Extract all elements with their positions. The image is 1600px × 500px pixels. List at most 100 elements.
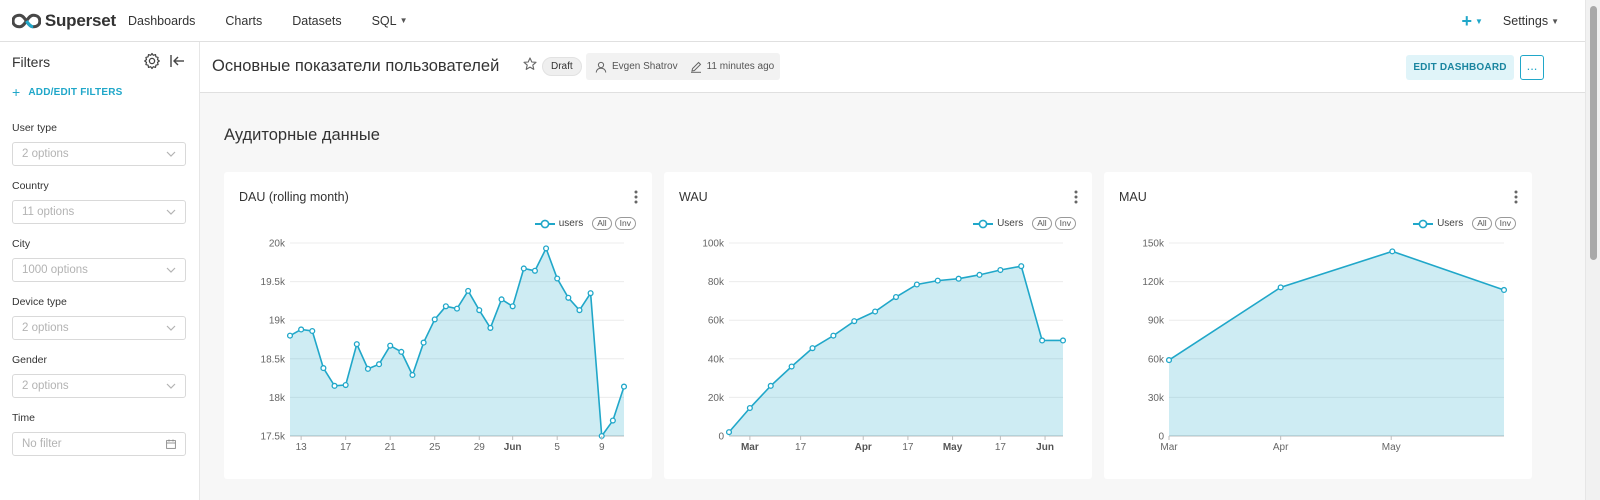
chart-card-dau: 17.5k 18k 18.5k 19k 19.5k 20k 13 17 21 25 29 Jun 5 9 … [224, 172, 652, 479]
x-tick-label: 13 [296, 442, 308, 453]
data-point [725, 429, 733, 436]
calendar-icon [166, 439, 176, 449]
data-point [1039, 337, 1046, 344]
legend-series-name[interactable]: users [559, 218, 583, 229]
data-point [934, 277, 941, 284]
legend-line-marker-icon[interactable] [1413, 219, 1434, 229]
filter-select-time[interactable]: No filter [12, 432, 186, 456]
section-title: Аудиторные данные [224, 126, 380, 144]
nav-charts[interactable]: Charts [225, 14, 262, 28]
data-point [1018, 263, 1025, 270]
data-point [788, 363, 795, 370]
x-tick-label: Jun [1036, 442, 1054, 453]
data-point [409, 371, 416, 379]
kebab-menu-icon[interactable] [1074, 190, 1078, 209]
chart-card-wau: 0 20k 40k 60k 80k 100k Mar 17 Apr 17 May 17 Jun WAU … [664, 172, 1092, 479]
y-tick-label: 150k [1142, 239, 1165, 250]
data-point [331, 382, 338, 389]
add-edit-filters-button[interactable]: + ADD/EDIT FILTERS [12, 84, 123, 100]
y-tick-label: 19.5k [261, 277, 286, 288]
data-point [554, 275, 561, 282]
data-point [465, 287, 472, 294]
user-icon [595, 61, 607, 73]
legend-select-all[interactable]: All [592, 217, 612, 230]
filter-select-user-type[interactable]: 2 options [12, 142, 186, 166]
y-tick-label: 100k [702, 239, 725, 250]
legend-select-all[interactable]: All [1032, 217, 1052, 230]
superset-app: Superset Dashboards Charts Datasets SQL ▼… [0, 0, 1600, 500]
kebab-menu-icon[interactable] [1514, 190, 1518, 209]
data-point [543, 245, 550, 252]
chart-title: MAU [1119, 190, 1147, 204]
chevron-down-icon [166, 209, 176, 215]
scrollbar-thumb[interactable] [1590, 6, 1597, 260]
data-point [342, 381, 349, 389]
plus-icon: + [12, 84, 21, 100]
legend-series-name[interactable]: Users [1437, 218, 1463, 229]
kebab-menu-icon[interactable] [634, 190, 638, 209]
nav-links: Dashboards Charts Datasets SQL ▼ [128, 14, 438, 28]
data-point [387, 342, 394, 349]
series-area [729, 266, 1063, 436]
data-point [955, 275, 962, 282]
data-point [376, 361, 383, 368]
filter-select-gender[interactable]: 2 options [12, 374, 186, 398]
caret-down-icon: ▼ [399, 16, 408, 25]
y-tick-label: 20k [269, 239, 286, 250]
more-actions-button[interactable]: ... [1520, 55, 1544, 80]
filter-placeholder: 2 options [22, 322, 69, 334]
nav-datasets[interactable]: Datasets [292, 14, 341, 28]
chevron-down-icon [166, 151, 176, 157]
brand-logo[interactable]: Superset [12, 11, 116, 31]
page-scrollbar[interactable] [1585, 0, 1600, 500]
filter-label: Time [12, 412, 35, 424]
filter-user-type: User type 2 options [12, 122, 186, 166]
settings-menu[interactable]: Settings ▼ [1503, 14, 1559, 28]
y-tick-label: 18k [269, 393, 286, 404]
data-point [398, 348, 405, 355]
filter-placeholder: 2 options [22, 148, 69, 160]
x-tick-label: Jun [504, 442, 522, 453]
legend-invert[interactable]: Inv [1494, 217, 1516, 230]
y-tick-label: 90k [1148, 316, 1165, 327]
filter-select-country[interactable]: 11 options [12, 200, 186, 224]
filter-label: City [12, 238, 31, 250]
top-navbar: Superset Dashboards Charts Datasets SQL ▼… [0, 0, 1585, 42]
data-point [1277, 284, 1284, 291]
filter-placeholder: 11 options [22, 206, 75, 218]
legend-invert[interactable]: Inv [614, 217, 636, 230]
data-point [498, 296, 505, 303]
data-point [442, 303, 449, 310]
series-area [1169, 251, 1504, 436]
nav-sql[interactable]: SQL ▼ [372, 14, 408, 28]
y-tick-label: 0 [718, 432, 724, 443]
nav-dashboards[interactable]: Dashboards [128, 14, 195, 28]
nav-sql-label: SQL [371, 13, 397, 28]
data-point [565, 294, 572, 301]
settings-label: Settings [1502, 14, 1549, 28]
filter-select-device-type[interactable]: 2 options [12, 316, 186, 340]
filter-label: Device type [12, 296, 67, 308]
data-point [1059, 337, 1067, 344]
legend-line-marker-icon[interactable] [534, 219, 555, 229]
filter-label: Country [12, 180, 49, 192]
star-icon[interactable] [523, 57, 537, 76]
dashboard-header: Основные показатели пользователей Draft … [200, 42, 1585, 93]
legend-series-name[interactable]: Users [997, 218, 1023, 229]
legend-line-marker-icon[interactable] [973, 219, 994, 229]
collapse-sidebar-icon[interactable] [168, 52, 186, 75]
filter-select-city[interactable]: 1000 options [12, 258, 186, 282]
data-point [1389, 248, 1396, 255]
legend-select-all[interactable]: All [1472, 217, 1492, 230]
edit-dashboard-button[interactable]: EDIT DASHBOARD [1406, 55, 1514, 80]
chart-card-mau: 0 30k 60k 90k 120k 150k Mar Apr May MAU Users Al… [1104, 172, 1532, 479]
new-item-menu[interactable]: + ▼ [1461, 11, 1482, 32]
gear-icon[interactable] [143, 52, 161, 75]
dashboard-title[interactable]: Основные показатели пользователей [212, 57, 499, 76]
data-point [997, 266, 1004, 274]
add-edit-filters-label: ADD/EDIT FILTERS [28, 86, 123, 98]
series-area [290, 248, 624, 436]
legend-invert[interactable]: Inv [1054, 217, 1076, 230]
status-badge[interactable]: Draft [542, 57, 582, 76]
x-tick-label: 17 [995, 442, 1007, 453]
